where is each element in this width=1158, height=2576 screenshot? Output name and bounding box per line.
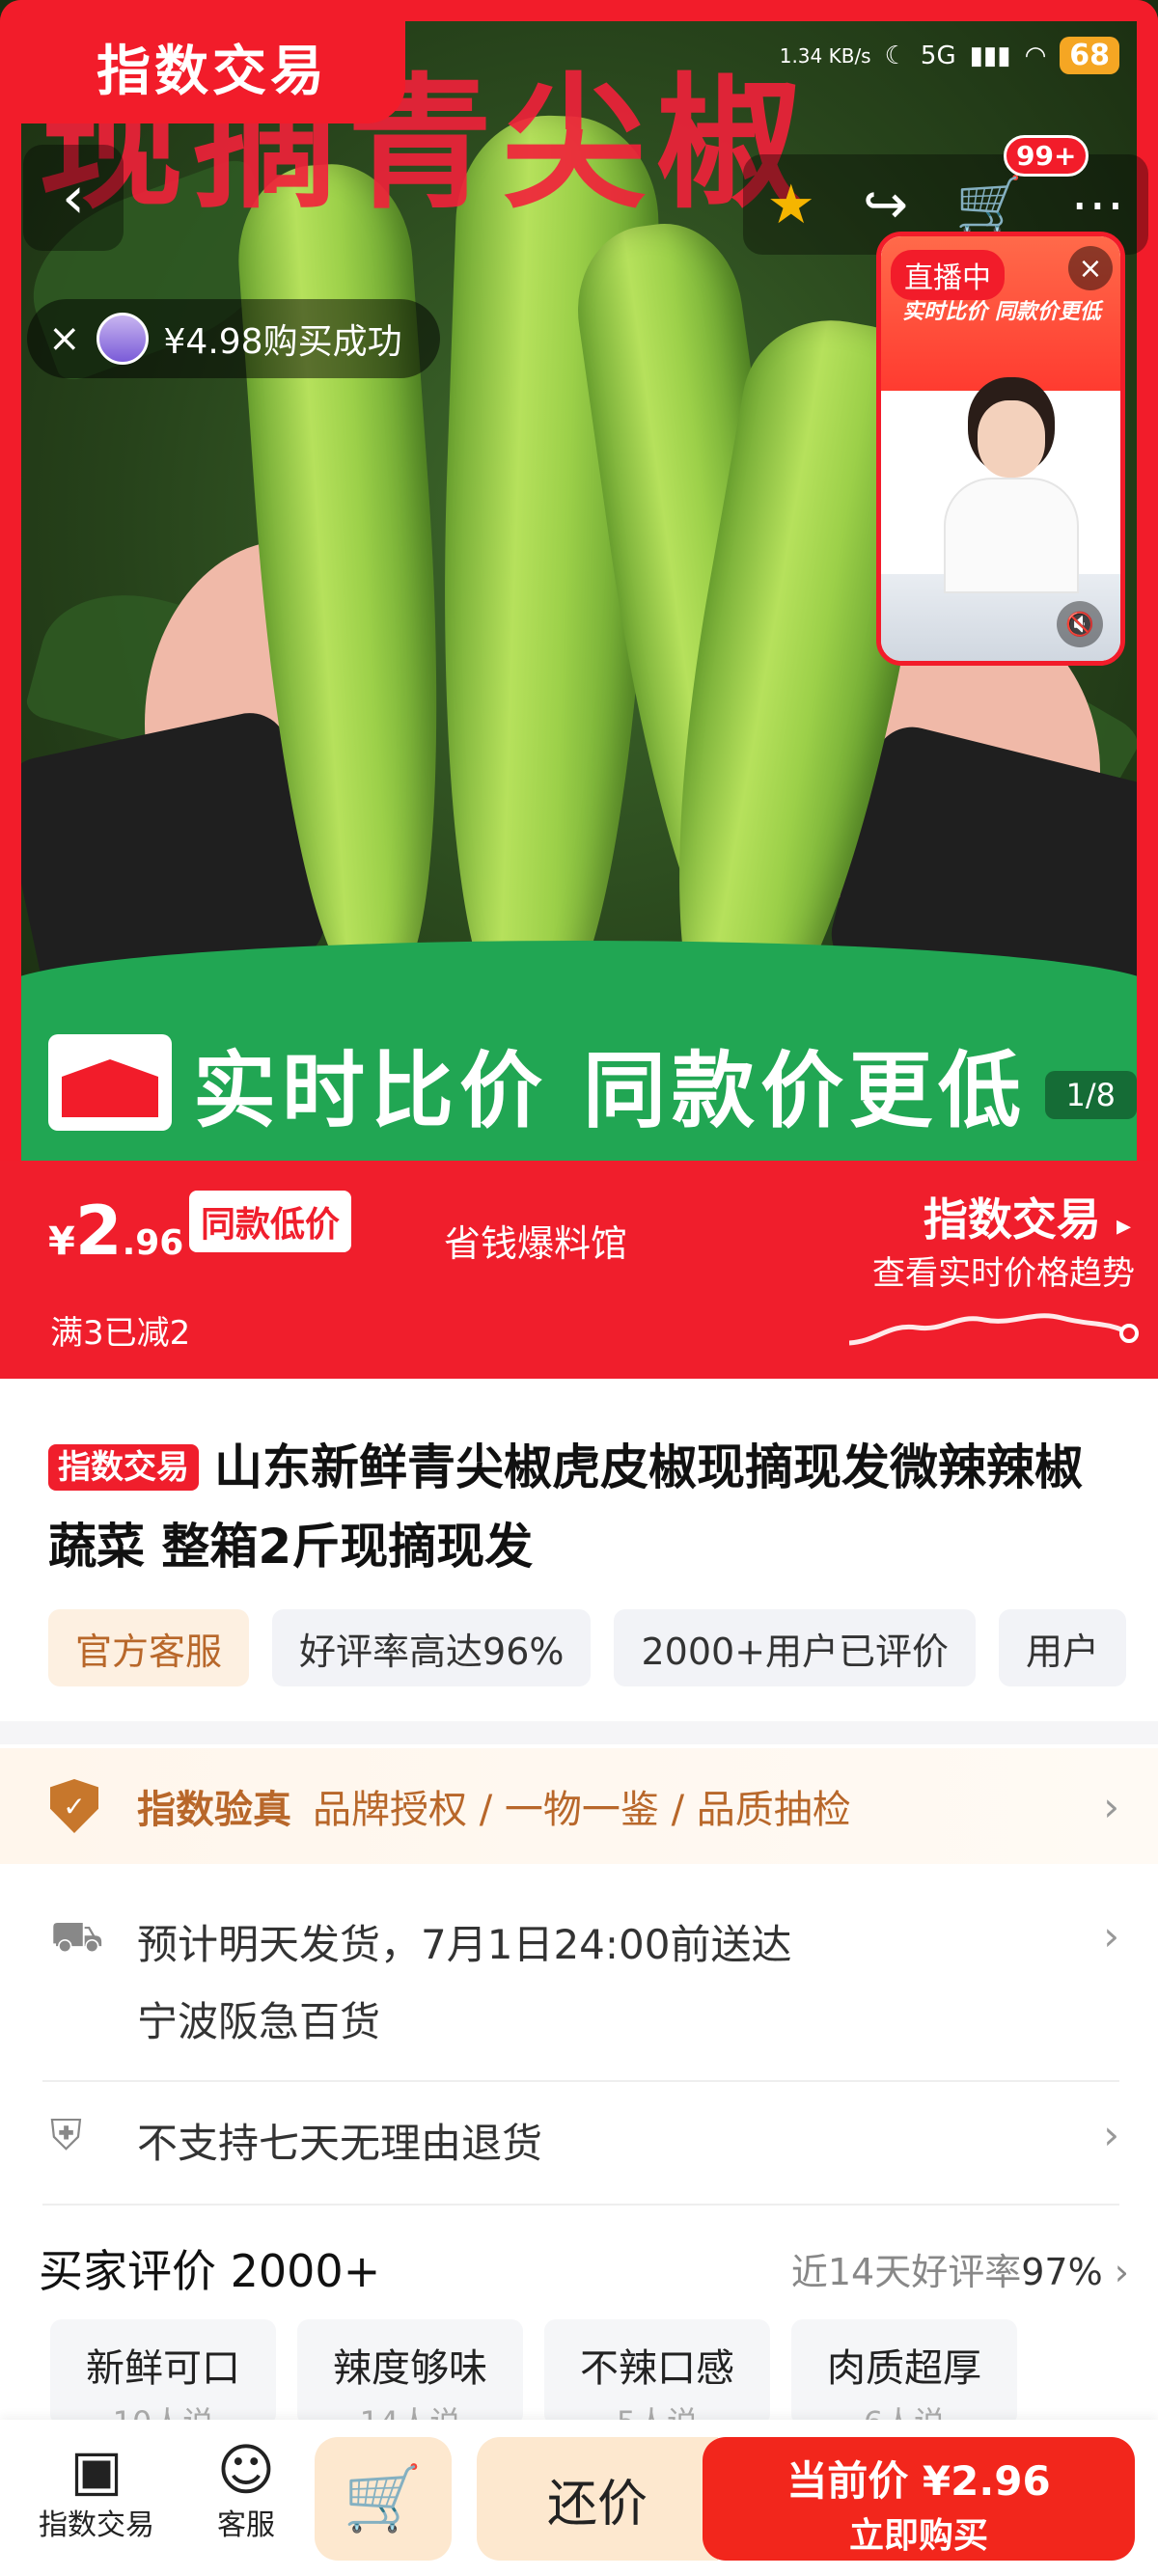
chip-rating[interactable]: 好评率高达96% xyxy=(272,1609,592,1686)
add-to-cart-button[interactable]: 🛒 xyxy=(315,2437,452,2561)
live-stream-window[interactable]: 直播中 × 实时比价 同款价更低 🔇 xyxy=(876,232,1125,666)
review-tag[interactable]: 肉质超厚 6人说 xyxy=(791,2319,1017,2441)
store-icon: ▣ xyxy=(69,2437,124,2503)
truck-icon: ⛟ xyxy=(50,1912,104,1961)
network-type: 5G xyxy=(920,41,956,70)
section-divider xyxy=(0,1721,1158,1744)
shipping-row[interactable]: ⛟ 预计明天发货，7月1日24:00前送达 宁波阪急百货 › xyxy=(0,1891,1158,2045)
review-tag-label: 肉质超厚 xyxy=(827,2346,981,2391)
share-icon[interactable]: ↪ xyxy=(863,174,908,236)
chevron-left-icon: ‹ xyxy=(62,164,85,232)
shop-name[interactable]: 省钱爆料馆 xyxy=(444,1214,627,1267)
triangle-right-icon: ▸ xyxy=(1116,1209,1131,1243)
purchase-toast: × ¥4.98购买成功 xyxy=(27,299,440,378)
verification-row[interactable]: ✓ 指数验真 品牌授权 / 一物一鉴 / 品质抽检 › xyxy=(0,1748,1158,1864)
review-tag-label: 辣度够味 xyxy=(333,2346,487,2391)
compare-logo-icon xyxy=(48,1034,172,1131)
cart-icon[interactable]: 🛒 xyxy=(955,173,1023,236)
verified-shield-icon: ✓ xyxy=(50,1779,98,1833)
row-divider xyxy=(42,2204,1119,2206)
index-trade-link-label: 指数交易 xyxy=(923,1193,1101,1246)
toast-text: ¥4.98购买成功 xyxy=(163,322,402,362)
reviews-rate-value: 97% xyxy=(1021,2251,1103,2293)
cart-plus-icon: 🛒 xyxy=(343,2461,424,2535)
review-tag[interactable]: 新鲜可口 10人说 xyxy=(50,2319,276,2441)
network-speed: 1.34 KB/s xyxy=(779,43,871,68)
shipping-origin: 宁波阪急百货 xyxy=(137,1998,381,2045)
review-tag-label: 新鲜可口 xyxy=(86,2346,240,2391)
review-tag[interactable]: 不辣口感 5人说 xyxy=(544,2319,770,2441)
verify-subtitle: 品牌授权 / 一物一鉴 / 品质抽检 xyxy=(313,1788,851,1832)
return-policy-row[interactable]: ⛨ 不支持七天无理由退货 › xyxy=(0,2107,1158,2175)
buy-now-price: 当前价 ¥2.96 xyxy=(786,2457,1051,2505)
buy-now-label: 立即购买 xyxy=(848,2516,988,2556)
reviews-rate-label: 近14天好评率 xyxy=(790,2251,1022,2293)
back-button[interactable]: ‹ xyxy=(23,145,124,251)
shipping-estimate: 预计明天发货，7月1日24:00前送达 xyxy=(137,1921,792,1968)
verify-title: 指数验真 xyxy=(137,1788,291,1832)
product-title: 指数交易 山东新鲜青尖椒虎皮椒现摘现发微辣辣椒蔬菜 整箱2斤现摘现发 xyxy=(48,1428,1119,1586)
deal-text: 满3已减2 xyxy=(50,1314,191,1353)
row-divider xyxy=(42,2080,1119,2082)
signal-icon: ▮▮▮ xyxy=(969,41,1011,70)
customer-service-tab[interactable]: ☺ 客服 xyxy=(193,2439,299,2543)
index-trade-tag: 指数交易 xyxy=(19,10,405,123)
chip-users[interactable]: 用户 xyxy=(999,1609,1127,1686)
wifi-icon: ◠ xyxy=(1024,41,1047,70)
live-host xyxy=(939,391,1084,593)
index-trade-link[interactable]: 指数交易 ▸ xyxy=(924,1185,1131,1248)
close-live-icon[interactable]: × xyxy=(1068,246,1113,290)
avatar xyxy=(96,313,149,365)
review-tag[interactable]: 辣度够味 14人说 xyxy=(297,2319,523,2441)
chip-official-service[interactable]: 官方客服 xyxy=(48,1609,250,1686)
chevron-right-icon: › xyxy=(1103,2111,1119,2158)
status-bar: 1.34 KB/s ☾ 5G ▮▮▮ ◠ 68 xyxy=(780,37,1119,74)
favorite-star-icon[interactable]: ★ xyxy=(767,174,815,236)
review-tag-label: 不辣口感 xyxy=(580,2346,734,2391)
battery-badge: 68 xyxy=(1060,37,1119,74)
live-subtitle: 实时比价 同款价更低 xyxy=(902,300,1101,324)
moon-icon: ☾ xyxy=(884,41,907,70)
live-label: 直播中 xyxy=(891,250,1005,300)
reviews-rate[interactable]: 近14天好评率97% › xyxy=(791,2242,1129,2295)
bargain-button[interactable]: 还价 xyxy=(477,2437,718,2561)
image-counter: 1/8 xyxy=(1044,1071,1137,1119)
shield-check-icon: ⛨ xyxy=(50,2111,82,2160)
price-decimal: .96 xyxy=(122,1223,184,1263)
buy-now-button[interactable]: 当前价 ¥2.96 立即购买 xyxy=(703,2437,1135,2561)
cart-count-badge: 99+ xyxy=(1004,135,1089,177)
price-integer: 2 xyxy=(74,1192,123,1271)
price-trend-sparkline xyxy=(849,1313,1139,1346)
smile-icon: ☺ xyxy=(216,2437,276,2503)
chevron-right-icon: › xyxy=(1103,1912,1119,1959)
current-price: ¥2.96 xyxy=(48,1192,183,1271)
low-price-tag: 同款低价 xyxy=(189,1191,352,1252)
customer-service-label: 客服 xyxy=(217,2508,275,2542)
product-title-text: 山东新鲜青尖椒虎皮椒现摘现发微辣辣椒蔬菜 整箱2斤现摘现发 xyxy=(48,1439,1083,1575)
chevron-right-icon: › xyxy=(1114,2251,1129,2293)
review-tag-chips: 新鲜可口 10人说 辣度够味 14人说 不辣口感 5人说 肉质超厚 6人说 xyxy=(50,2319,1017,2441)
mute-icon[interactable]: 🔇 xyxy=(1057,601,1103,647)
compare-text: 实时比价 同款价更低 xyxy=(193,1043,1027,1139)
title-index-tag: 指数交易 xyxy=(48,1444,199,1491)
index-trade-tab[interactable]: ▣ 指数交易 xyxy=(29,2439,164,2543)
more-icon[interactable]: ⋯ xyxy=(1070,174,1124,236)
close-icon[interactable]: × xyxy=(48,316,81,361)
host-head xyxy=(978,400,1045,478)
return-policy-text: 不支持七天无理由退货 xyxy=(137,2120,543,2167)
index-trade-tab-label: 指数交易 xyxy=(39,2508,154,2542)
product-highlight-chips: 官方客服 好评率高达96% 2000+用户已评价 用户 xyxy=(48,1609,1127,1686)
reviews-title[interactable]: 买家评价 2000+ xyxy=(39,2236,380,2300)
chevron-right-icon: › xyxy=(1103,1782,1119,1830)
price-trend-link[interactable]: 查看实时价格趋势 xyxy=(872,1247,1135,1294)
price-currency: ¥ xyxy=(48,1219,75,1264)
chip-reviews[interactable]: 2000+用户已评价 xyxy=(614,1609,977,1686)
host-body xyxy=(944,478,1079,593)
